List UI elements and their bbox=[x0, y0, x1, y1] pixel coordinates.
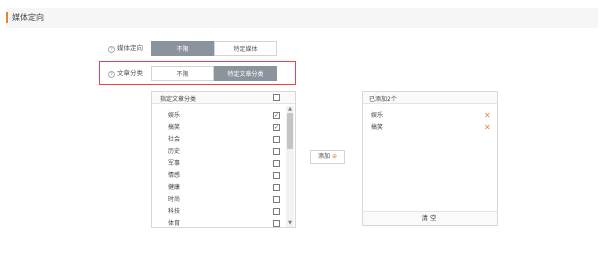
select-all-checkbox[interactable] bbox=[273, 94, 280, 101]
category-label: 娱乐 bbox=[168, 112, 181, 119]
category-checkbox[interactable] bbox=[273, 160, 280, 167]
added-panel-header: 已添加2个 bbox=[363, 92, 497, 104]
category-list-header-label: 指定文章分类 bbox=[160, 96, 197, 103]
close-icon[interactable]: ✕ bbox=[484, 112, 491, 120]
media-targeting-label: ? 媒体定向 bbox=[108, 44, 143, 53]
media-targeting-specific-button[interactable]: 特定媒体 bbox=[214, 41, 277, 56]
category-label: 健康 bbox=[168, 184, 181, 191]
category-label: 搞笑 bbox=[168, 124, 181, 131]
category-checkbox[interactable]: ✓ bbox=[273, 124, 280, 131]
category-label: 科技 bbox=[168, 208, 181, 215]
category-label: 历史 bbox=[168, 148, 181, 155]
added-panel: 已添加2个 娱乐 ✕ 搞笑 ✕ 清空 bbox=[362, 91, 498, 226]
added-item-label: 搞笑 bbox=[371, 124, 384, 131]
category-checkbox[interactable] bbox=[273, 208, 280, 215]
scroll-up-icon[interactable]: ▲ bbox=[286, 106, 294, 112]
category-label: 社会 bbox=[168, 136, 181, 143]
category-checkbox[interactable] bbox=[273, 172, 280, 179]
category-label: 时尚 bbox=[168, 196, 181, 203]
header-accent-bar bbox=[6, 12, 8, 23]
category-label: 情感 bbox=[168, 172, 181, 179]
category-checkbox[interactable] bbox=[273, 196, 280, 203]
category-checkbox[interactable] bbox=[273, 136, 280, 143]
scrollbar-thumb[interactable] bbox=[287, 113, 293, 149]
category-checkbox[interactable]: ✓ bbox=[273, 112, 280, 119]
clear-button[interactable]: 清空 bbox=[363, 211, 497, 225]
article-category-unlimited-button[interactable]: 不限 bbox=[151, 66, 214, 81]
category-list[interactable]: 指定文章分类 娱乐 ✓ 搞笑 ✓ 社会 历史 军事 情感 健康 时尚 科技 体育… bbox=[151, 91, 296, 228]
added-count-label: 已添加2个 bbox=[369, 96, 397, 103]
media-targeting-text: 媒体定向 bbox=[117, 44, 143, 52]
section-header bbox=[6, 8, 598, 28]
checkmark-icon: ✓ bbox=[274, 124, 280, 131]
article-category-specific-button[interactable]: 特定文章分类 bbox=[214, 66, 277, 81]
article-category-label: ? 文章分类 bbox=[108, 69, 143, 78]
category-checkbox[interactable] bbox=[273, 184, 280, 191]
plus-circle-icon: ⊕ bbox=[331, 153, 337, 160]
checkmark-icon: ✓ bbox=[274, 112, 280, 119]
scroll-down-icon[interactable]: ▼ bbox=[286, 220, 294, 226]
add-button[interactable]: 添加 ⊕ bbox=[310, 150, 345, 164]
media-targeting-unlimited-button[interactable]: 不限 bbox=[151, 41, 214, 56]
close-icon[interactable]: ✕ bbox=[484, 124, 491, 132]
category-checkbox[interactable] bbox=[273, 148, 280, 155]
category-label: 军事 bbox=[168, 160, 181, 167]
section-title: 媒体定向 bbox=[12, 13, 44, 22]
category-list-header: 指定文章分类 bbox=[152, 92, 295, 104]
add-button-label: 添加 bbox=[318, 153, 331, 160]
category-label: 体育 bbox=[168, 220, 181, 227]
question-circle-icon[interactable]: ? bbox=[108, 71, 115, 78]
article-category-text: 文章分类 bbox=[117, 69, 143, 77]
added-item-label: 娱乐 bbox=[371, 112, 384, 119]
question-circle-icon[interactable]: ? bbox=[108, 46, 115, 53]
category-checkbox[interactable] bbox=[273, 220, 280, 227]
